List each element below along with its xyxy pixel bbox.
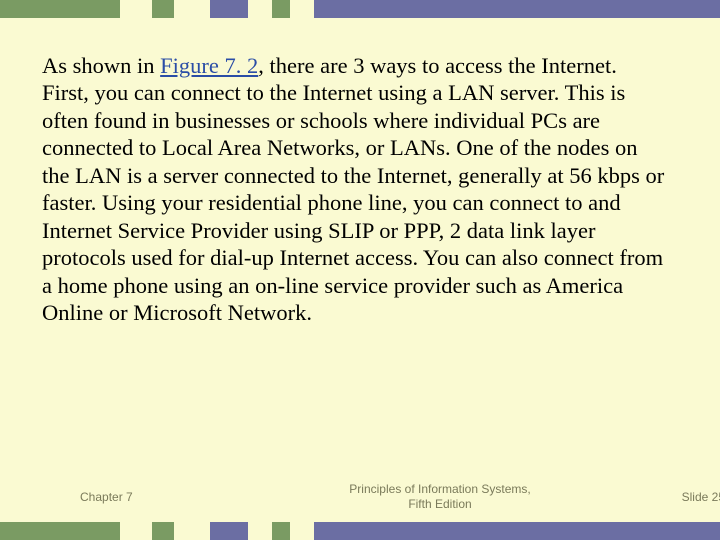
- body-post-link: , there are 3 ways to access the Interne…: [42, 53, 664, 325]
- bar-segment: [210, 522, 248, 540]
- figure-link[interactable]: Figure 7. 2: [160, 53, 258, 78]
- bar-segment: [272, 0, 290, 18]
- bar-segment: [314, 522, 720, 540]
- bottom-decorative-bar: [0, 522, 720, 540]
- bar-segment: [174, 0, 210, 18]
- footer-title-line2: Fifth Edition: [408, 497, 471, 511]
- bar-segment: [210, 0, 248, 18]
- bar-segment: [174, 522, 210, 540]
- bar-segment: [152, 0, 174, 18]
- footer-title-line1: Principles of Information Systems,: [349, 482, 530, 496]
- bar-segment: [0, 522, 120, 540]
- slide-body-text: As shown in Figure 7. 2, there are 3 way…: [42, 52, 667, 326]
- slide-footer: Chapter 7 Principles of Information Syst…: [0, 482, 720, 512]
- footer-chapter: Chapter 7: [0, 490, 320, 504]
- footer-slide-number: Slide 25: [560, 490, 720, 504]
- bar-segment: [272, 522, 290, 540]
- bar-segment: [314, 0, 720, 18]
- bar-segment: [152, 522, 174, 540]
- bar-segment: [120, 522, 152, 540]
- footer-title: Principles of Information Systems, Fifth…: [320, 482, 560, 512]
- bar-segment: [290, 0, 314, 18]
- top-decorative-bar: [0, 0, 720, 18]
- bar-segment: [290, 522, 314, 540]
- bar-segment: [248, 0, 272, 18]
- bar-segments: [0, 0, 720, 18]
- body-pre-link: As shown in: [42, 53, 160, 78]
- bar-segment: [120, 0, 152, 18]
- bar-segments: [0, 522, 720, 540]
- bar-segment: [0, 0, 120, 18]
- bar-segment: [248, 522, 272, 540]
